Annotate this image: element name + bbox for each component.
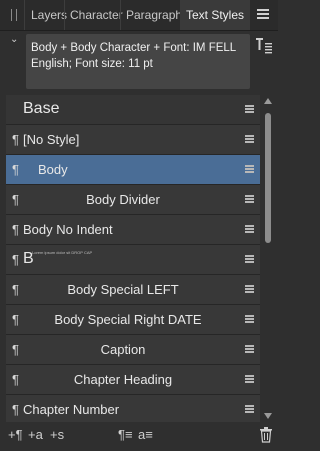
add-character-style-icon[interactable]: +a [28,427,43,442]
style-row[interactable]: ¶ [No Style] [6,125,260,155]
row-menu-icon[interactable] [245,135,254,143]
style-label: Body Special LEFT [67,282,179,297]
text-styles-list: Base ¶ [No Style] ¶ Body ¶ Body Divider … [6,95,260,422]
style-label: Chapter Number [23,402,120,417]
apply-character-style-icon[interactable]: a≡ [138,427,153,442]
row-menu-icon[interactable] [245,315,254,323]
chevron-down-icon[interactable]: ⌄ [10,34,18,45]
panel-grip-icon[interactable] [11,9,17,21]
style-row[interactable]: ¶ B Lorem ipsum dolor sit DROP CAP [6,245,260,275]
row-menu-icon[interactable] [245,255,254,263]
style-group-header[interactable]: Base [6,95,260,125]
vertical-scrollbar[interactable] [264,95,272,422]
apply-paragraph-style-icon[interactable]: ¶≡ [118,427,133,442]
style-group-label: Base [23,100,60,117]
tab-text-styles[interactable]: Text Styles [180,0,251,30]
style-label: Body Special Right DATE [54,312,202,327]
scroll-thumb[interactable] [265,113,271,243]
row-menu-icon[interactable] [245,375,254,383]
row-menu-icon[interactable] [245,405,254,413]
add-paragraph-style-icon[interactable]: +¶ [8,427,23,442]
row-menu-icon[interactable] [245,195,254,203]
style-row[interactable]: ¶ Body Special LEFT [6,275,260,305]
panel-tab-bar: Layers Character Paragraph Text Styles [0,0,278,31]
text-style-options-icon[interactable] [255,36,273,54]
row-menu-icon[interactable] [245,225,254,233]
panel-menu-icon[interactable] [257,9,269,19]
style-row[interactable]: ¶ Caption [6,335,260,365]
style-label: [No Style] [23,132,80,147]
tab-layers[interactable]: Layers [24,0,67,30]
style-row[interactable]: ¶ Body Special Right DATE [6,305,260,335]
row-menu-icon[interactable] [245,165,254,173]
style-label: Body No Indent [23,222,113,237]
style-row[interactable]: ¶ Body Divider [6,185,260,215]
style-row-selected[interactable]: ¶ Body [6,155,260,185]
tab-character[interactable]: Character [64,0,123,30]
row-menu-icon[interactable] [245,285,254,293]
style-row[interactable]: ¶ Body No Indent [6,215,260,245]
tab-paragraph[interactable]: Paragraph [120,0,182,30]
scroll-up-arrow-icon[interactable] [264,98,272,104]
style-label: Caption [100,342,146,357]
pilcrow-icon: ¶ [12,402,19,417]
style-label: Body [38,162,68,177]
style-row[interactable]: ¶ Chapter Number [6,395,260,422]
pilcrow-icon: ¶ [12,162,19,177]
style-label: Chapter Heading [73,372,173,387]
styles-bottom-toolbar: +¶ +a +s ¶≡ a≡ [0,422,278,451]
style-description-area: ⌄ Body + Body Character + Font: IM FELL … [0,31,278,91]
row-menu-icon[interactable] [245,345,254,353]
row-menu-icon[interactable] [245,105,254,113]
scroll-down-arrow-icon[interactable] [264,413,272,419]
style-description: Body + Body Character + Font: IM FELL En… [26,34,250,89]
pilcrow-icon: ¶ [12,222,19,237]
add-group-style-icon[interactable]: +s [50,427,64,442]
drop-cap-sample-text: Lorem ipsum dolor sit DROP CAP [32,250,93,255]
pilcrow-icon: ¶ [12,252,19,267]
style-label: Body Divider [86,192,160,207]
style-row[interactable]: ¶ Chapter Heading [6,365,260,395]
pilcrow-icon: ¶ [12,132,19,147]
trash-icon[interactable] [259,427,273,443]
